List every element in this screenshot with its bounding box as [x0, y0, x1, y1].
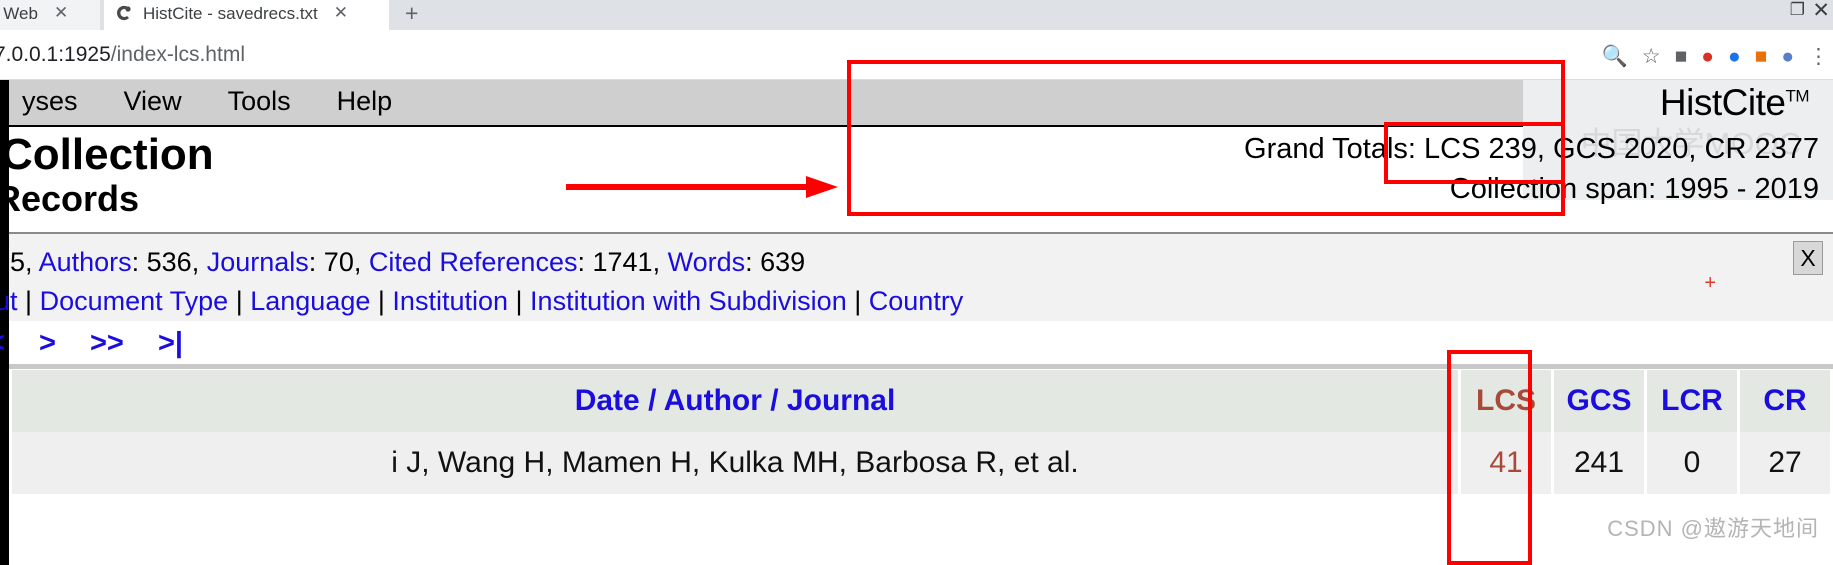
extension-blue-icon[interactable]: ● [1728, 46, 1741, 67]
plus-marker-icon: + [1704, 272, 1716, 294]
column-header-date-author-journal[interactable]: Date / Author / Journal [12, 370, 1458, 432]
zoom-in-icon[interactable]: 🔍 [1602, 46, 1628, 67]
page-subtitle: Records [0, 178, 140, 219]
column-header-cr[interactable]: CR [1740, 370, 1830, 432]
grand-totals-block: Grand Totals: LCS 239, GCS 2020, CR 2377… [1244, 129, 1819, 209]
nav-link-institution-with-subdivision[interactable]: Institution with Subdivision [530, 286, 847, 316]
close-icon[interactable]: ✕ [54, 3, 68, 23]
profile-avatar-icon[interactable]: ● [1781, 46, 1794, 67]
menu-item-analyses[interactable]: yses [0, 86, 101, 117]
record-lcs: 41 [1461, 432, 1551, 494]
nav-separator: | [377, 286, 385, 316]
stats-value-journals: 70 [323, 247, 354, 277]
nav-links-line: ut | Document Type | Language | Institut… [0, 286, 963, 317]
histcite-logo-text: HistCite [1659, 82, 1786, 123]
wps-extension-icon[interactable]: ■ [1755, 46, 1768, 67]
pager-last-button[interactable]: >| [158, 327, 183, 359]
nav-separator: | [25, 286, 33, 316]
trademark-symbol: TM [1785, 86, 1809, 106]
table-divider [9, 364, 1833, 369]
pager-forward-button[interactable]: >> [90, 327, 124, 359]
table-row[interactable]: i J, Wang H, Mamen H, Kulka MH, Barbosa … [12, 432, 1830, 494]
stats-label-cited-references[interactable]: Cited References [369, 247, 578, 277]
nav-link-institution[interactable]: Institution [392, 286, 508, 316]
menu-item-view[interactable]: View [101, 86, 205, 117]
record-title[interactable]: i J, Wang H, Mamen H, Kulka MH, Barbosa … [12, 432, 1458, 494]
stats-prefix: 35, [0, 247, 33, 277]
column-header-gcs[interactable]: GCS [1554, 370, 1644, 432]
stats-value-authors: 536 [146, 247, 192, 277]
extension-red-icon[interactable]: ● [1701, 46, 1714, 67]
browser-window: 4] - Web ✕ HistCite - savedrecs.txt ✕ + … [0, 0, 1833, 565]
collection-span-line: Collection span: 1995 - 2019 [1449, 173, 1819, 205]
close-panel-button[interactable]: X [1793, 241, 1823, 275]
histcite-logo: HistCiteTM [1659, 82, 1810, 124]
grand-totals-line: Grand Totals: LCS 239, GCS 2020, CR 2377 [1244, 133, 1819, 165]
pagination-controls: < > >> >| [0, 327, 209, 360]
more-menu-icon[interactable]: ⋮ [1808, 46, 1829, 67]
mooc-extension-icon[interactable]: ■ [1675, 46, 1688, 67]
browser-tab-1[interactable]: 4] - Web ✕ [0, 0, 100, 30]
nav-link-language[interactable]: Language [250, 286, 370, 316]
record-lcr: 0 [1647, 432, 1737, 494]
app-menu-items: yses View Tools Help [0, 86, 415, 117]
nav-separator: | [854, 286, 862, 316]
bookmark-star-icon[interactable]: ☆ [1642, 46, 1661, 67]
title-area: Collection Records Grand Totals: LCS 239… [0, 127, 1833, 225]
menu-item-tools[interactable]: Tools [205, 86, 314, 117]
omnibox-bar: 7.0.0.1:1925/index-lcs.html 🔍 ☆ ■ ● ● ■ … [0, 30, 1833, 80]
window-restore-icon[interactable]: ❐ [1790, 0, 1805, 20]
stats-label-authors[interactable]: Authors [39, 247, 132, 277]
window-close-icon[interactable]: ✕ [1812, 0, 1830, 23]
histcite-page: yses View Tools Help 中国大学MOOC HistCiteTM… [0, 80, 1833, 565]
stats-value-cited-references: 1741 [592, 247, 653, 277]
url-path: /index-lcs.html [110, 43, 245, 66]
omnibox-icons: 🔍 ☆ ■ ● ● ■ ● ⋮ [1602, 38, 1829, 74]
records-table: Date / Author / Journal LCS GCS LCR CR i… [9, 370, 1833, 494]
nav-separator: | [235, 286, 243, 316]
new-tab-button[interactable]: + [405, 0, 418, 27]
tab-strip: 4] - Web ✕ HistCite - savedrecs.txt ✕ + … [0, 0, 1833, 30]
stats-label-words[interactable]: Words [668, 247, 746, 277]
url-host: 7.0.0.1:1925 [0, 43, 111, 66]
csdn-watermark: CSDN @遨游天地间 [1607, 516, 1819, 541]
page-title: Collection [1, 130, 214, 179]
close-icon[interactable]: ✕ [334, 3, 348, 23]
table-header-row: Date / Author / Journal LCS GCS LCR CR [12, 370, 1830, 432]
address-bar[interactable]: 7.0.0.1:1925/index-lcs.html [0, 43, 245, 67]
column-header-lcr[interactable]: LCR [1647, 370, 1737, 432]
record-gcs: 241 [1554, 432, 1644, 494]
pager-prev-button[interactable]: < [0, 327, 5, 359]
nav-link-document-type[interactable]: Document Type [40, 286, 229, 316]
histcite-favicon-icon [114, 3, 134, 23]
red-arrow-annotation [566, 176, 838, 198]
pager-next-button[interactable]: > [39, 327, 56, 359]
nav-link-country[interactable]: Country [869, 286, 964, 316]
stats-label-journals[interactable]: Journals [207, 247, 309, 277]
browser-tab-2[interactable]: HistCite - savedrecs.txt ✕ [104, 0, 389, 30]
stats-value-words: 639 [760, 247, 806, 277]
tab-title: 4] - Web [0, 4, 38, 23]
menu-item-help[interactable]: Help [314, 86, 416, 117]
tab-title: HistCite - savedrecs.txt [143, 4, 318, 23]
record-cr: 27 [1740, 432, 1830, 494]
nav-separator: | [515, 286, 523, 316]
column-header-lcs[interactable]: LCS [1461, 370, 1551, 432]
stats-line: 35, Authors: 536, Journals: 70, Cited Re… [0, 247, 805, 278]
nav-link-partial[interactable]: ut [0, 286, 18, 316]
stats-bar: 35, Authors: 536, Journals: 70, Cited Re… [0, 232, 1833, 321]
